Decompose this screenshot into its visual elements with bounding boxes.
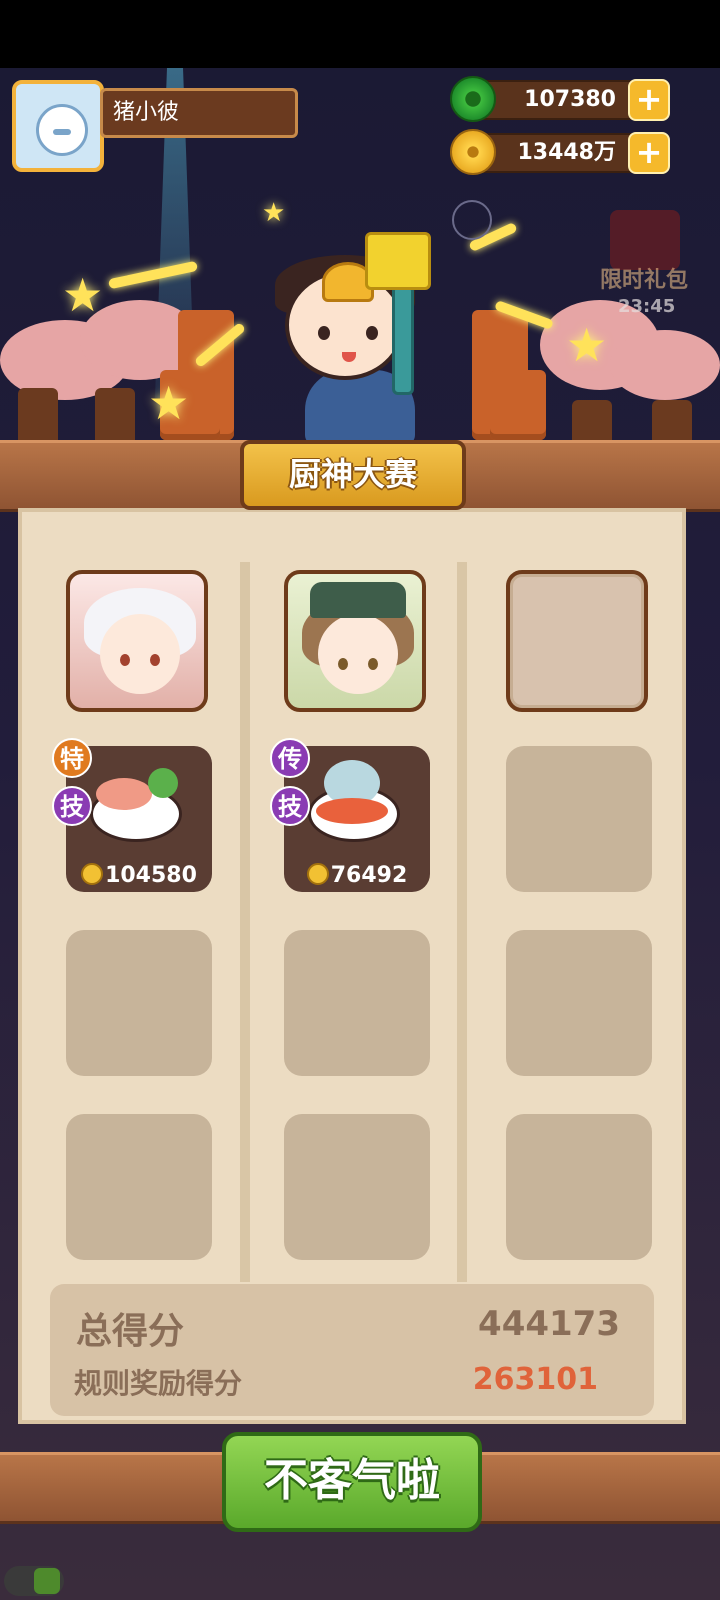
blossom-tree-right: [610, 330, 720, 400]
portrait-eye: [338, 658, 348, 670]
dish-tag: 技: [270, 786, 310, 826]
limited-gift-label[interactable]: 限时礼包: [600, 262, 688, 294]
fence-post: [95, 388, 135, 448]
bonus-score-label: 规则奖励得分: [74, 1367, 243, 1400]
dish-tag: 技: [52, 786, 92, 826]
gift-box-icon[interactable]: [610, 210, 680, 270]
score-summary: 总得分 444173 规则奖励得分 263101: [50, 1284, 654, 1416]
add-coin-button[interactable]: +: [628, 132, 670, 174]
coin-icon: [450, 129, 496, 175]
dish-slot-2[interactable]: 传 技 76492: [270, 738, 430, 892]
total-score-value: 444173: [478, 1304, 620, 1344]
coin-icon: [306, 863, 329, 885]
bottom-toggle[interactable]: [4, 1566, 64, 1596]
dish-tag: 特: [52, 738, 92, 778]
hammer-handle: [392, 285, 414, 395]
portrait-face: [318, 614, 398, 694]
chef-slot-1[interactable]: [66, 570, 208, 712]
total-score-label: 总得分: [76, 1311, 185, 1352]
limited-gift-timer: 23:45: [618, 296, 676, 317]
player-avatar[interactable]: [12, 80, 104, 172]
dish-price: 104580: [66, 863, 212, 888]
add-jade-button[interactable]: +: [628, 79, 670, 121]
fish-dish-icon: [96, 778, 152, 810]
dish-slot-1[interactable]: 特 技 104580: [52, 738, 212, 892]
dish-slot-empty[interactable]: [284, 930, 430, 1076]
dish-slot-empty[interactable]: [506, 746, 652, 892]
chef-slot-2[interactable]: [284, 570, 426, 712]
star-icon: ★: [262, 198, 286, 228]
dish-slot-empty[interactable]: [506, 930, 652, 1076]
dish-slot-empty[interactable]: [284, 1114, 430, 1260]
dish-tag: 传: [270, 738, 310, 778]
chef-eye: [318, 326, 330, 340]
star-icon: ★: [148, 376, 190, 430]
star-icon: ★: [566, 318, 608, 372]
portrait-hat: [310, 582, 406, 618]
stage-pillar-right: [490, 370, 546, 440]
jade-amount: 107380: [524, 87, 616, 112]
portrait-face: [100, 614, 180, 694]
portrait-eye: [120, 654, 130, 666]
player-name: 猪小彼: [100, 88, 298, 138]
column-divider: [240, 562, 250, 1282]
panel-title: 厨神大赛: [240, 440, 466, 510]
portrait-eye: [368, 658, 378, 670]
portrait-eye: [150, 654, 160, 666]
jade-currency-bar: 107380 +: [450, 76, 670, 122]
avatar-face: [36, 104, 88, 156]
column-divider: [457, 562, 467, 1282]
dish-slot-empty[interactable]: [66, 930, 212, 1076]
fence-post: [18, 388, 58, 448]
greens-icon: [148, 768, 178, 798]
dish-slot-empty[interactable]: [506, 1114, 652, 1260]
chef-slot-3-empty[interactable]: [506, 570, 648, 712]
crab-icon: [316, 798, 388, 824]
confirm-button[interactable]: 不客气啦: [222, 1432, 482, 1532]
dish-price-value: 104580: [105, 863, 197, 888]
dish-price: 76492: [284, 863, 430, 888]
coin-icon: [81, 863, 104, 885]
settings-icon[interactable]: [452, 200, 492, 240]
jade-icon: [450, 76, 496, 122]
coin-currency-bar: 13448万 +: [450, 129, 670, 175]
status-bar: [0, 0, 720, 68]
chef-eye: [366, 326, 378, 340]
coin-amount: 13448万: [517, 140, 616, 165]
bonus-score-value: 263101: [472, 1362, 598, 1397]
dish-slot-empty[interactable]: [66, 1114, 212, 1260]
star-icon: ★: [62, 268, 104, 322]
dish-price-value: 76492: [330, 863, 408, 888]
golden-hammer-icon: [365, 232, 431, 290]
